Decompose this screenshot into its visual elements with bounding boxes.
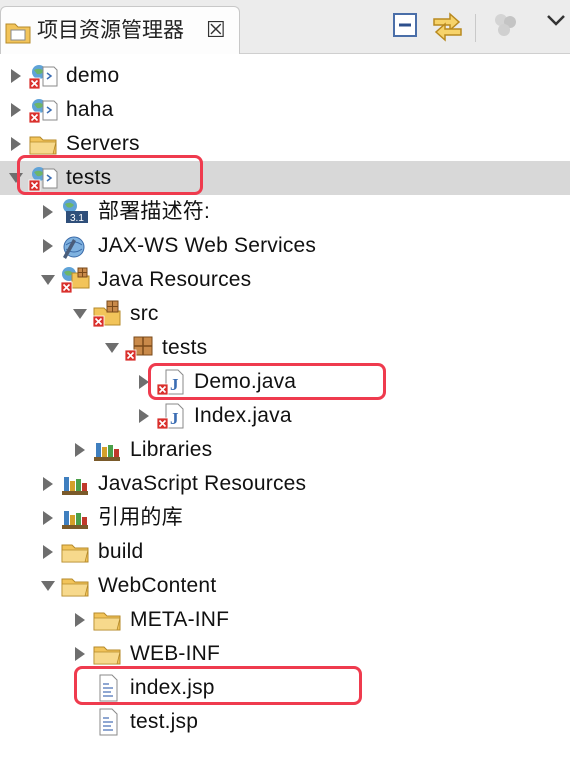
tree-item-label: 部署描述符: [98,200,211,223]
tree-item-label: demo [66,64,120,87]
close-icon[interactable]: ☒ [206,15,226,45]
expand-right-icon[interactable] [8,68,24,84]
source-folder-icon [92,299,124,329]
tree-item-libraries[interactable]: Libraries [0,433,570,467]
tree-item-label: META-INF [130,608,230,631]
tree-item-deployment-descriptor[interactable]: 3.1 部署描述符: [0,195,570,229]
java-file-icon: J [156,367,188,397]
expand-right-icon[interactable] [72,612,88,628]
package-icon [124,333,156,363]
expand-down-icon[interactable] [72,306,88,322]
expand-down-icon[interactable] [40,578,56,594]
expand-right-icon[interactable] [40,204,56,220]
project-icon [28,61,60,91]
tree-item-label: haha [66,98,114,121]
folder-icon [60,571,92,601]
tree-item-src[interactable]: src [0,297,570,331]
tree-item-label: Demo.java [194,370,297,393]
expand-right-icon[interactable] [8,136,24,152]
tree-item-label: src [130,302,159,325]
folder-icon [92,605,124,635]
web-services-icon [60,231,92,261]
folder-icon [92,639,124,669]
tree-item-label: JavaScript Resources [98,472,307,495]
project-explorer-icon [3,18,33,53]
tree-item-label: Index.java [194,404,292,427]
tree-item-webcontent[interactable]: WebContent [0,569,570,603]
collapse-all-icon[interactable] [392,10,420,45]
expand-right-icon[interactable] [40,544,56,560]
tree-item-build[interactable]: build [0,535,570,569]
tree-item-test-jsp[interactable]: test.jsp [0,705,570,739]
tree-item-demo-java[interactable]: J Demo.java [0,365,570,399]
filter-icon[interactable] [490,10,520,45]
expand-right-icon[interactable] [8,102,24,118]
tree-item-label: index.jsp [130,676,215,699]
expand-right-icon[interactable] [40,476,56,492]
tree-item-label: build [98,540,144,563]
jsp-file-icon [92,707,124,737]
tree-item-label: Libraries [130,438,213,461]
expand-right-icon[interactable] [136,374,152,390]
tree-item-javascript-resources[interactable]: JavaScript Resources [0,467,570,501]
tree-item-index-jsp[interactable]: index.jsp [0,671,570,705]
project-icon [28,163,60,193]
tree-item-meta-inf[interactable]: META-INF [0,603,570,637]
project-explorer-tab[interactable]: 项目资源管理器 ☒ [0,6,240,54]
tree-item-haha[interactable]: haha [0,93,570,127]
tree-item-label: WEB-INF [130,642,221,665]
link-with-editor-icon[interactable] [430,10,466,49]
tree-item-web-inf[interactable]: WEB-INF [0,637,570,671]
tree-item-label: tests [162,336,208,359]
folder-icon [28,129,60,159]
view-header: 项目资源管理器 ☒ [0,0,570,54]
svg-text:J: J [170,409,179,428]
java-file-icon: J [156,401,188,431]
tree-item-label: tests [66,166,112,189]
library-icon [60,469,92,499]
tree-item-tests[interactable]: tests [0,161,570,195]
tree-item-label: JAX-WS Web Services [98,234,317,257]
tree-item-label: test.jsp [130,710,199,733]
svg-text:J: J [170,375,179,394]
tree-item-servers[interactable]: Servers [0,127,570,161]
tree-item-package-tests[interactable]: tests [0,331,570,365]
jsp-file-icon [92,673,124,703]
deployment-descriptor-icon: 3.1 [60,197,92,227]
expand-down-icon[interactable] [8,170,24,186]
tree-item-java-resources[interactable]: Java Resources [0,263,570,297]
view-menu-icon[interactable] [546,10,566,35]
tree-item-demo[interactable]: demo [0,59,570,93]
tree-item-jax-ws-web-services[interactable]: JAX-WS Web Services [0,229,570,263]
tree-item-label: 引用的库 [98,506,183,529]
svg-text:3.1: 3.1 [70,213,84,224]
tab-title: 项目资源管理器 [37,19,184,42]
java-resources-icon [60,265,92,295]
library-icon [92,435,124,465]
tree-item-label: Servers [66,132,140,155]
tree-item-index-java[interactable]: J Index.java [0,399,570,433]
expand-right-icon[interactable] [72,442,88,458]
expand-down-icon[interactable] [40,272,56,288]
expand-right-icon[interactable] [72,646,88,662]
expand-right-icon[interactable] [136,408,152,424]
tree-item-label: WebContent [98,574,217,597]
toolbar-separator [475,14,476,42]
project-icon [28,95,60,125]
library-icon [60,503,92,533]
expand-right-icon[interactable] [40,510,56,526]
expand-right-icon[interactable] [40,238,56,254]
folder-icon [60,537,92,567]
tree-item-referenced-libraries[interactable]: 引用的库 [0,501,570,535]
tree-item-label: Java Resources [98,268,252,291]
expand-down-icon[interactable] [104,340,120,356]
